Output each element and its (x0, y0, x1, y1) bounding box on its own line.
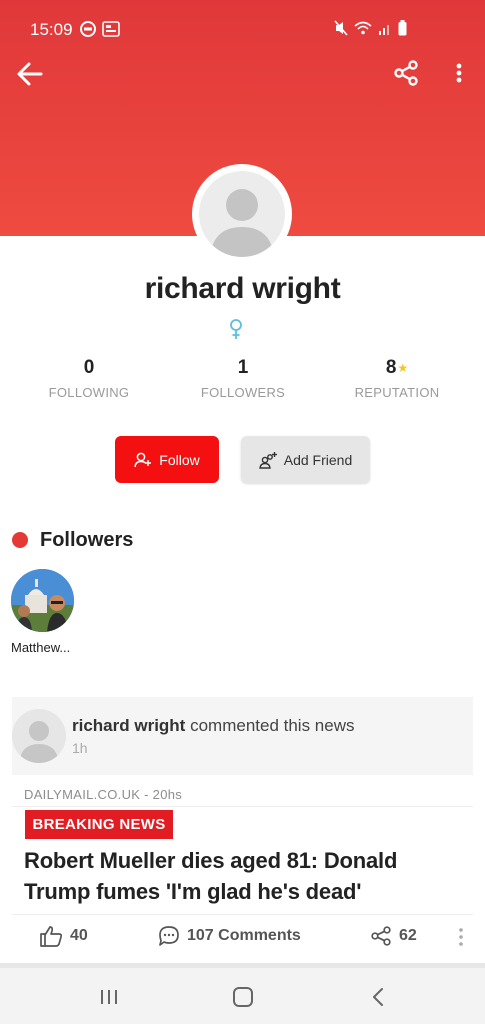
follow-button[interactable]: Follow (115, 436, 219, 483)
activity-action: commented this news (185, 716, 355, 735)
system-navigation-bar (0, 968, 485, 1024)
news-more-button[interactable] (457, 927, 465, 947)
chevron-left-icon (373, 988, 383, 1006)
stat-followers[interactable]: 1 FOLLOWERS (173, 356, 313, 400)
add-user-icon (134, 452, 152, 467)
news-actions-bar: 40 107 Comments 62 (12, 914, 473, 958)
breaking-news-badge: BREAKING NEWS (25, 810, 173, 839)
follower-item[interactable]: Matthew... (11, 569, 81, 655)
status-time: 15:09 (30, 20, 73, 39)
section-dot-icon (12, 532, 28, 548)
star-icon: ★ (397, 361, 409, 375)
default-avatar-icon (199, 171, 285, 257)
recent-apps-icon (101, 990, 117, 1004)
recent-apps-button[interactable] (96, 984, 122, 1010)
home-icon (233, 987, 253, 1007)
status-bar: 15:09 (0, 0, 485, 56)
comment-count: 107 Comments (187, 927, 301, 944)
comments-button[interactable]: 107 Comments (158, 925, 301, 947)
mute-icon (334, 20, 348, 36)
thumbs-up-icon (40, 926, 63, 947)
add-friend-button-label: Add Friend (283, 451, 353, 468)
stat-following-label: FOLLOWING (48, 385, 130, 400)
activity-user-avatar[interactable] (12, 709, 66, 763)
female-icon (228, 318, 244, 340)
share-profile-button[interactable] (391, 58, 421, 88)
stat-reputation-label: REPUTATION (354, 385, 440, 400)
news-source: DAILYMAIL.CO.UK - 20hs (24, 787, 183, 802)
news-headline[interactable]: Robert Mueller dies aged 81: Donald Trum… (24, 845, 464, 907)
share-icon (394, 60, 418, 86)
share-news-button[interactable]: 62 (370, 925, 417, 947)
share-icon (371, 926, 391, 946)
profile-stats: 0 FOLLOWING 1 FOLLOWERS 8★ REPUTATION (0, 356, 485, 406)
arrow-left-icon (17, 62, 43, 86)
follower-avatar[interactable] (11, 569, 74, 632)
activity-card[interactable]: richard wright commented this news 1h (12, 697, 473, 775)
followers-section-title: Followers (40, 528, 134, 551)
followers-section-header: Followers (12, 527, 133, 553)
battery-icon (398, 20, 407, 36)
add-friend-button[interactable]: Add Friend (241, 436, 370, 483)
more-vertical-icon (459, 928, 463, 946)
top-navigation (0, 50, 485, 96)
stat-following-value: 0 (83, 357, 95, 378)
activity-time: 1h (72, 740, 88, 756)
stat-following[interactable]: 0 FOLLOWING (19, 356, 159, 400)
stat-reputation[interactable]: 8★ REPUTATION (327, 356, 467, 400)
add-friend-icon (258, 451, 277, 469)
status-system-icons (334, 20, 407, 36)
profile-name: richard wright (144, 272, 341, 305)
share-count: 62 (399, 927, 417, 944)
home-button[interactable] (230, 984, 256, 1010)
message-notification-icon (80, 21, 96, 37)
more-options-button[interactable] (447, 58, 471, 88)
activity-user-name[interactable]: richard wright (72, 716, 185, 735)
stat-reputation-value: 8 (385, 357, 397, 378)
stat-followers-value: 1 (237, 357, 249, 378)
profile-avatar[interactable] (192, 164, 292, 264)
status-notification-icons (80, 21, 120, 37)
like-count: 40 (70, 927, 88, 944)
like-button[interactable]: 40 (39, 925, 88, 947)
back-button[interactable] (14, 58, 46, 90)
wifi-icon (354, 21, 372, 35)
stat-followers-label: FOLLOWERS (200, 385, 286, 400)
follow-button-label: Follow (159, 451, 200, 468)
follower-name: Matthew... (11, 640, 71, 655)
news-divider (12, 806, 473, 807)
system-back-button[interactable] (366, 984, 392, 1010)
comment-icon (159, 926, 179, 946)
app-notification-icon (102, 21, 120, 37)
signal-icon (379, 25, 389, 35)
activity-description: richard wright commented this news (72, 716, 355, 736)
more-vertical-icon (456, 63, 462, 83)
stat-reputation-value-row: 8★ (327, 356, 467, 380)
